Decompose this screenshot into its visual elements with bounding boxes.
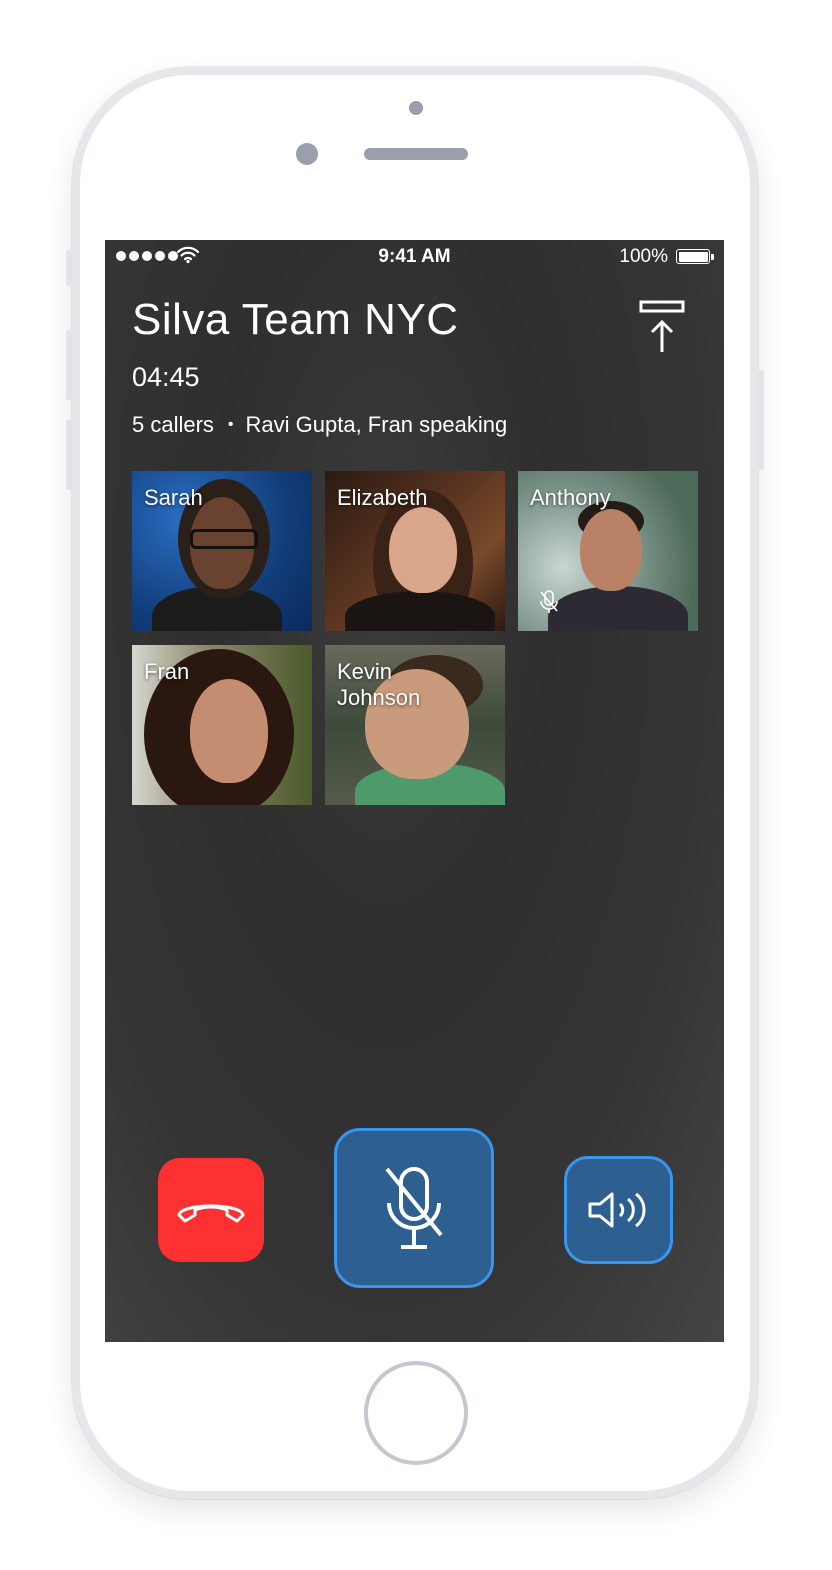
separator-dot: •: [227, 416, 234, 433]
participant-name: Kevin Johnson: [337, 659, 421, 710]
battery-percent: 100%: [619, 246, 668, 267]
participant-name: Elizabeth: [337, 485, 428, 510]
share-upload-icon[interactable]: [633, 298, 691, 356]
status-bar: 9:41 AM 100%: [105, 240, 724, 274]
participant-tile-kevin-johnson[interactable]: Kevin Johnson: [325, 645, 505, 805]
participant-tile-anthony[interactable]: Anthony: [518, 471, 698, 631]
caller-count: 5 callers: [132, 412, 214, 437]
participant-tile-elizabeth[interactable]: Elizabeth: [325, 471, 505, 631]
participant-name: Anthony: [530, 485, 611, 510]
participant-name: Fran: [144, 659, 190, 684]
speaker-icon: [588, 1192, 645, 1228]
battery-icon: [676, 249, 714, 264]
end-call-button[interactable]: [158, 1158, 264, 1262]
participant-tile-fran[interactable]: Fran: [132, 645, 312, 805]
home-button[interactable]: [364, 1361, 468, 1465]
volume-down-button: [66, 420, 72, 490]
volume-up-button: [66, 330, 72, 400]
mute-button[interactable]: [334, 1128, 494, 1288]
speaker-button[interactable]: [564, 1156, 673, 1264]
call-screen: 9:41 AM 100% Silva Team NYC 04:45 5 call…: [105, 240, 724, 1342]
speaking-status: Ravi Gupta, Fran speaking: [245, 412, 508, 437]
hang-up-icon: [177, 1204, 245, 1223]
side-button: [66, 250, 72, 286]
participant-name: Sarah: [144, 485, 203, 510]
microphone-off-icon: [385, 1167, 443, 1249]
participant-tile-sarah[interactable]: Sarah: [132, 471, 312, 631]
power-button: [758, 370, 764, 470]
earpiece-speaker: [364, 148, 468, 160]
proximity-sensor: [409, 101, 423, 115]
call-title: Silva Team NYC: [132, 295, 459, 344]
front-camera: [296, 143, 318, 165]
muted-mic-icon: [540, 590, 558, 613]
callers-summary: 5 callers • Ravi Gupta, Fran speaking: [132, 412, 507, 438]
call-duration: 04:45: [132, 362, 200, 392]
